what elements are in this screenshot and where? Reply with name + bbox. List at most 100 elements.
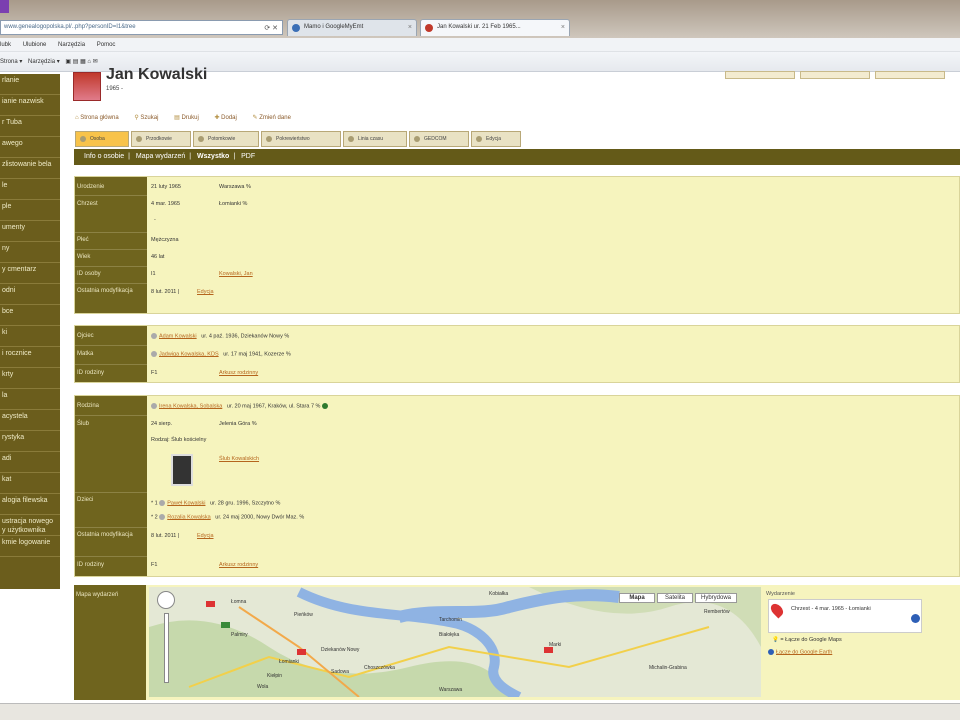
gearth-link[interactable]: Łącze do Google Earth <box>776 649 832 655</box>
map-zoom-control[interactable] <box>157 591 175 691</box>
close-icon[interactable]: × <box>561 20 565 35</box>
divider <box>75 492 147 493</box>
close-icon[interactable]: × <box>408 20 412 35</box>
tab-2[interactable]: Jan Kowalski ur. 21 Feb 1965... × <box>420 19 570 36</box>
search-link[interactable]: ⚲ Szukaj <box>134 115 158 121</box>
refresh-icon[interactable]: ⟳ ✕ <box>264 22 278 34</box>
subnav-map[interactable]: Mapa wydarzeń <box>136 153 185 160</box>
map-place-label: Pieńków <box>294 612 313 618</box>
pan-control[interactable] <box>157 591 175 609</box>
row-value: F1 <box>151 370 158 376</box>
sidebar-item[interactable]: ny <box>0 242 60 263</box>
subnav-pdf[interactable]: PDF <box>241 153 255 160</box>
family-sheet-link[interactable]: Arkusz rodzinny <box>219 370 258 376</box>
map-mode-map[interactable]: Mapa <box>619 593 655 603</box>
app-menu-button[interactable] <box>0 0 9 13</box>
sidebar-item[interactable]: adi <box>0 452 60 473</box>
browser-chrome: www.genealogopolska.pl/..php?personID=I1… <box>0 0 960 38</box>
father-link[interactable]: Adam Kowalski <box>159 333 197 339</box>
divider <box>75 556 147 557</box>
status-bar <box>0 703 960 720</box>
sidebar-item[interactable]: la <box>0 389 60 410</box>
row-place: Jelenia Góra % <box>219 421 257 427</box>
globe-icon[interactable] <box>911 614 920 623</box>
sidebar-item[interactable]: umenty <box>0 221 60 242</box>
map-place-label: Białołęka <box>439 632 460 638</box>
edit-link[interactable]: ✎ Zmień dane <box>253 115 291 121</box>
row-value: 46 lat <box>151 254 165 260</box>
mother-details: ur. 17 maj 1941, Kozerze % <box>223 351 291 358</box>
tab-osoba[interactable]: Osoba <box>75 131 129 147</box>
sidebar-item[interactable]: zlistowanie bela <box>0 158 60 179</box>
sidebar-item[interactable]: r Tuba <box>0 116 60 137</box>
sidebar-item[interactable]: alogia filewska <box>0 494 60 515</box>
header-button[interactable] <box>800 71 870 79</box>
map-mode-satellite[interactable]: Satelita <box>657 593 693 603</box>
header-button[interactable] <box>725 71 795 79</box>
event-map[interactable]: Mapa Satelita Hybrydowa Łomna Pieńków Pa… <box>149 587 761 697</box>
sidebar-item[interactable]: kat <box>0 473 60 494</box>
tab-1[interactable]: Mamo i GoogleMyEmt × <box>287 19 417 36</box>
add-link[interactable]: ✚ Dodaj <box>214 115 236 121</box>
sidebar-item[interactable]: odni <box>0 284 60 305</box>
sidebar-item[interactable]: ustracja nowego y użytkownika <box>0 515 60 536</box>
sidebar-item[interactable]: ianie nazwisk <box>0 95 60 116</box>
sidebar-item[interactable]: awego <box>0 137 60 158</box>
command-item[interactable]: Narzędzia ▾ <box>28 59 60 65</box>
map-mode-hybrid[interactable]: Hybrydowa <box>695 593 737 603</box>
sidebar-menu: rlanie ianie nazwisk r Tuba awego zlisto… <box>0 74 60 589</box>
tab-gedcom[interactable]: GEDCOM <box>409 131 469 147</box>
edit-link[interactable]: Edycja <box>197 289 214 295</box>
tab-edycja[interactable]: Edycja <box>471 131 521 147</box>
print-link[interactable]: ▤ Drukuj <box>174 115 199 121</box>
spouse-link[interactable]: Irena Kowalska, Sobalska <box>159 403 222 409</box>
tab-pokrewienstwo[interactable]: Pokrewieństwo <box>261 131 341 147</box>
header-button[interactable] <box>875 71 945 79</box>
sidebar-item[interactable]: acystela <box>0 410 60 431</box>
row-label: Ostatnia modyfikacja <box>77 288 133 294</box>
divider <box>75 415 147 416</box>
address-bar[interactable]: www.genealogopolska.pl/..php?personID=I1… <box>0 20 283 35</box>
toolbar-icons[interactable]: ▣ ▤ ▦ ⌂ ✉ <box>65 59 97 65</box>
section-parents: Ojciec Adam Kowalski ur. 4 paź. 1936, Dz… <box>74 325 960 383</box>
sidebar-item[interactable]: bce <box>0 305 60 326</box>
row-extra: - <box>154 217 156 223</box>
sidebar-item[interactable]: ple <box>0 200 60 221</box>
sidebar-item[interactable]: kmie logowanie <box>0 536 60 557</box>
legend-title: Wydarzenie <box>766 591 795 597</box>
row-label: Dzieci <box>77 497 94 503</box>
globe-icon[interactable] <box>321 403 328 409</box>
tab-przodkowie[interactable]: Przodkowie <box>131 131 191 147</box>
menu-item[interactable]: Narzędzia <box>58 42 85 48</box>
menu-item[interactable]: lubk <box>0 42 11 48</box>
add-icon: ✚ <box>214 115 220 121</box>
marriage-link[interactable]: Ślub Kowalskich <box>219 456 259 462</box>
sidebar-item[interactable]: ki <box>0 326 60 347</box>
family-sheet-link[interactable]: Arkusz rodzinny <box>219 562 258 568</box>
mother-link[interactable]: Jadwiga Kowalska, KDS <box>159 351 219 357</box>
gmaps-link[interactable]: = Łącze do Google Maps <box>780 637 841 643</box>
menu-item[interactable]: Ulubione <box>23 42 47 48</box>
sidebar-item[interactable]: krty <box>0 368 60 389</box>
menu-item[interactable]: Pomoc <box>97 42 116 48</box>
row-value: I1 <box>151 271 156 277</box>
command-item[interactable]: Strona ▾ <box>0 59 22 65</box>
person-link[interactable]: Kowalski, Jan <box>219 271 253 277</box>
edit-link[interactable]: Edycja <box>197 533 214 539</box>
child-link[interactable]: Paweł Kowalski <box>167 500 205 506</box>
marriage-photo[interactable] <box>171 454 193 486</box>
map-place-label: Wola <box>257 684 269 690</box>
subnav-all[interactable]: Wszystko <box>197 153 229 160</box>
sidebar-item[interactable]: rlanie <box>0 74 60 95</box>
home-link[interactable]: ⌂ Strona główna <box>75 115 119 121</box>
subnav-info[interactable]: Info o osobie <box>84 153 124 160</box>
zoom-slider[interactable] <box>163 613 169 683</box>
tab-linia-czasu[interactable]: Linia czasu <box>343 131 407 147</box>
sidebar-item[interactable]: i rocznice <box>0 347 60 368</box>
sidebar-item[interactable]: y cmentarz <box>0 263 60 284</box>
sidebar-item[interactable]: le <box>0 179 60 200</box>
child-link[interactable]: Rozalia Kowalska <box>167 514 210 520</box>
section-family: Rodzina Irena Kowalska, Sobalska ur. 20 … <box>74 395 960 577</box>
sidebar-item[interactable]: rystyka <box>0 431 60 452</box>
tab-potomkowie[interactable]: Potomkowie <box>193 131 259 147</box>
